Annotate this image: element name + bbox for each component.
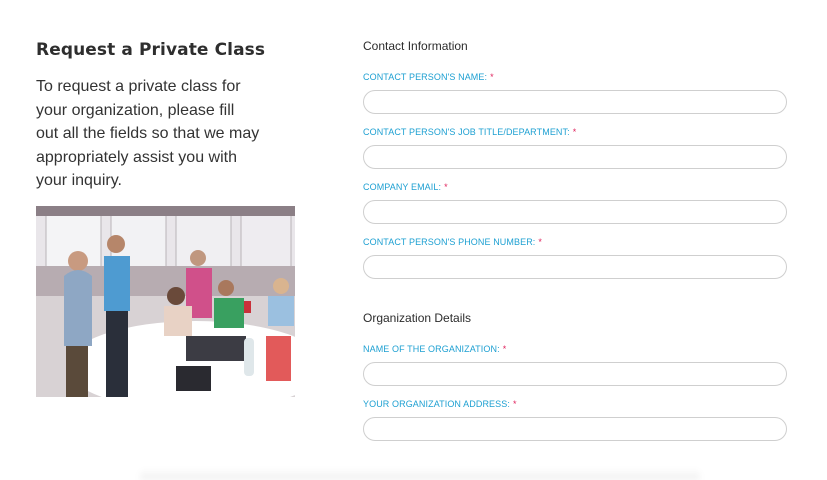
- organization-address-label: YOUR ORGANIZATION ADDRESS: *: [363, 399, 788, 410]
- required-marker: *: [502, 344, 507, 354]
- organization-name-field: NAME OF THE ORGANIZATION: *: [363, 344, 788, 386]
- required-marker: *: [512, 399, 517, 409]
- company-email-field: COMPANY EMAIL: *: [363, 182, 788, 224]
- contact-section: Contact Information CONTACT PERSON'S NAM…: [363, 38, 788, 279]
- contact-section-title: Contact Information: [363, 39, 468, 53]
- required-marker: *: [572, 127, 577, 137]
- intro-panel: Request a Private Class To request a pri…: [36, 40, 296, 193]
- phone-number-label-text: CONTACT PERSON'S PHONE NUMBER:: [363, 237, 536, 247]
- required-marker: *: [538, 237, 543, 247]
- company-email-input[interactable]: [363, 200, 787, 224]
- intro-text: To request a private class for your orga…: [36, 78, 260, 189]
- company-email-label: COMPANY EMAIL: *: [363, 182, 788, 193]
- organization-name-label-text: NAME OF THE ORGANIZATION:: [363, 344, 500, 354]
- phone-number-label: CONTACT PERSON'S PHONE NUMBER: *: [363, 237, 788, 248]
- contact-name-label: CONTACT PERSON'S NAME: *: [363, 72, 788, 83]
- required-marker: *: [490, 72, 494, 82]
- organization-address-label-text: YOUR ORGANIZATION ADDRESS:: [363, 399, 510, 409]
- job-title-label: CONTACT PERSON'S JOB TITLE/DEPARTMENT: *: [363, 127, 788, 138]
- job-title-label-text: CONTACT PERSON'S JOB TITLE/DEPARTMENT:: [363, 127, 570, 137]
- organization-address-input[interactable]: [363, 417, 787, 441]
- organization-name-label: NAME OF THE ORGANIZATION: *: [363, 344, 788, 355]
- bottom-shadow: [140, 468, 700, 480]
- page-title: Request a Private Class: [36, 40, 266, 60]
- phone-number-field: CONTACT PERSON'S PHONE NUMBER: *: [363, 237, 788, 279]
- company-email-label-text: COMPANY EMAIL:: [363, 182, 442, 192]
- contact-name-input[interactable]: [363, 90, 787, 114]
- contact-name-field: CONTACT PERSON'S NAME: *: [363, 72, 788, 114]
- job-title-field: CONTACT PERSON'S JOB TITLE/DEPARTMENT: *: [363, 127, 788, 169]
- private-class-form: Contact Information CONTACT PERSON'S NAM…: [363, 38, 788, 441]
- organization-name-input[interactable]: [363, 362, 787, 386]
- required-marker: *: [444, 182, 448, 192]
- team-meeting-photo: [36, 206, 295, 397]
- job-title-input[interactable]: [363, 145, 787, 169]
- phone-number-input[interactable]: [363, 255, 787, 279]
- organization-section: Organization Details NAME OF THE ORGANIZ…: [363, 310, 788, 441]
- organization-address-field: YOUR ORGANIZATION ADDRESS: *: [363, 399, 788, 441]
- contact-name-label-text: CONTACT PERSON'S NAME:: [363, 72, 488, 82]
- organization-section-title: Organization Details: [363, 311, 472, 325]
